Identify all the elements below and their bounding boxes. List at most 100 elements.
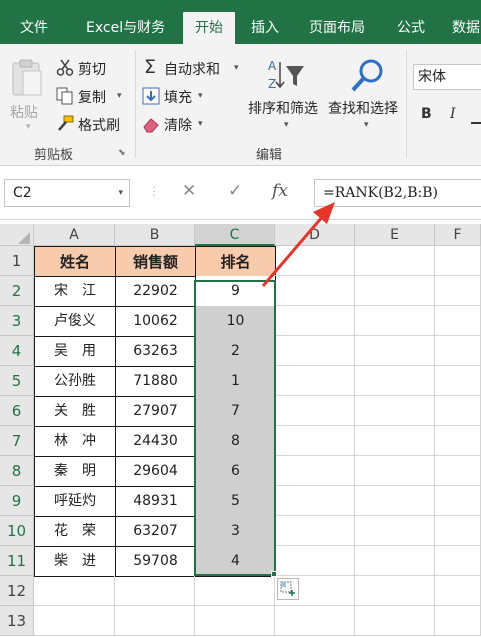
row-header[interactable]: 6	[0, 396, 34, 426]
quick-analysis-button[interactable]	[277, 578, 299, 600]
name-cell[interactable]: 卢俊义	[34, 306, 116, 337]
tab-page-layout[interactable]: 页面布局	[309, 12, 365, 44]
sales-cell[interactable]: 63263	[115, 336, 196, 367]
name-cell[interactable]: 公孙胜	[34, 366, 116, 397]
empty-cell[interactable]	[355, 606, 435, 636]
row-header[interactable]: 12	[0, 576, 34, 606]
empty-cell[interactable]	[435, 426, 481, 456]
find-select-dropdown-icon[interactable]: ▾	[364, 120, 369, 130]
tab-home[interactable]: 开始	[183, 12, 235, 44]
format-painter-button[interactable]: 格式刷	[56, 114, 136, 136]
empty-cell[interactable]	[355, 336, 435, 366]
empty-cell[interactable]	[355, 306, 435, 336]
empty-cell[interactable]	[435, 396, 481, 426]
column-header-b[interactable]: B	[115, 224, 195, 246]
rank-cell[interactable]: 4	[195, 546, 276, 577]
sales-cell[interactable]: 24430	[115, 426, 196, 457]
row-header[interactable]: 2	[0, 276, 34, 306]
empty-cell[interactable]	[275, 396, 355, 426]
empty-cell[interactable]	[275, 456, 355, 486]
empty-cell[interactable]	[435, 486, 481, 516]
empty-cell[interactable]	[435, 456, 481, 486]
empty-cell[interactable]	[355, 426, 435, 456]
empty-cell[interactable]	[195, 606, 275, 636]
sales-cell[interactable]: 29604	[115, 456, 196, 487]
enter-check-icon[interactable]: ✓	[228, 181, 242, 201]
empty-cell[interactable]	[435, 546, 481, 576]
empty-cell[interactable]	[355, 516, 435, 546]
name-cell[interactable]: 关 胜	[34, 396, 116, 427]
sales-cell[interactable]: 63207	[115, 516, 196, 547]
fill-button[interactable]: 填充 ▾	[142, 86, 222, 108]
find-select-button[interactable]: 查找和选择 ▾	[328, 56, 410, 136]
column-header-f[interactable]: F	[435, 224, 481, 246]
empty-cell[interactable]	[355, 456, 435, 486]
empty-cell[interactable]	[275, 486, 355, 516]
row-header[interactable]: 9	[0, 486, 34, 516]
clear-button[interactable]: 清除 ▾	[142, 114, 222, 136]
sales-cell[interactable]: 59708	[115, 546, 196, 577]
sales-cell[interactable]: 27907	[115, 396, 196, 427]
tab-formulas[interactable]: 公式	[397, 12, 425, 44]
name-cell[interactable]: 宋 江	[34, 276, 116, 307]
empty-cell[interactable]	[435, 336, 481, 366]
fill-handle[interactable]	[271, 571, 277, 577]
name-cell[interactable]: 花 荣	[34, 516, 116, 547]
empty-cell[interactable]	[115, 576, 195, 606]
empty-cell[interactable]	[355, 366, 435, 396]
row-header[interactable]: 4	[0, 336, 34, 366]
empty-cell[interactable]	[355, 486, 435, 516]
cut-button[interactable]: 剪切	[56, 58, 136, 80]
rank-cell[interactable]: 7	[195, 396, 276, 427]
empty-cell[interactable]	[355, 276, 435, 306]
clipboard-launcher-icon[interactable]: ⬊	[118, 148, 126, 158]
empty-cell[interactable]	[435, 516, 481, 546]
empty-cell[interactable]	[435, 306, 481, 336]
empty-cell[interactable]	[275, 516, 355, 546]
empty-cell[interactable]	[34, 576, 115, 606]
row-header[interactable]: 7	[0, 426, 34, 456]
row-header[interactable]: 5	[0, 366, 34, 396]
paste-button[interactable]: 粘贴 ▾	[6, 56, 50, 136]
name-box-dropdown-icon[interactable]: ▾	[118, 180, 123, 206]
empty-cell[interactable]	[435, 606, 481, 636]
tab-data[interactable]: 数据	[452, 12, 480, 44]
column-header-a[interactable]: A	[34, 224, 115, 246]
sales-cell[interactable]: 71880	[115, 366, 196, 397]
row-header[interactable]: 10	[0, 516, 34, 546]
underline-button[interactable]	[471, 106, 481, 124]
empty-cell[interactable]	[34, 606, 115, 636]
fill-dropdown-icon[interactable]: ▾	[198, 91, 203, 101]
empty-cell[interactable]	[195, 576, 275, 606]
name-cell[interactable]: 柴 进	[34, 546, 116, 577]
cancel-icon[interactable]: ✕	[182, 181, 196, 201]
empty-cell[interactable]	[275, 306, 355, 336]
clear-dropdown-icon[interactable]: ▾	[198, 119, 203, 129]
sort-filter-button[interactable]: A Z 排序和筛选 ▾	[246, 56, 328, 136]
empty-cell[interactable]	[435, 276, 481, 306]
rank-cell[interactable]: 8	[195, 426, 276, 457]
row-header[interactable]: 3	[0, 306, 34, 336]
row-header[interactable]: 1	[0, 246, 34, 276]
rank-cell[interactable]: 10	[195, 306, 276, 337]
sales-header-cell[interactable]: 销售额	[115, 246, 196, 277]
empty-cell[interactable]	[275, 336, 355, 366]
empty-cell[interactable]	[355, 246, 435, 276]
autosum-button[interactable]: Σ 自动求和 ▾	[142, 56, 252, 80]
row-header[interactable]: 13	[0, 606, 34, 636]
sales-cell[interactable]: 10062	[115, 306, 196, 337]
sales-cell[interactable]: 22902	[115, 276, 196, 307]
autosum-dropdown-icon[interactable]: ▾	[234, 63, 239, 73]
name-cell[interactable]: 林 冲	[34, 426, 116, 457]
empty-cell[interactable]	[355, 546, 435, 576]
font-name-dropdown[interactable]: 宋体	[413, 64, 481, 90]
rank-cell[interactable]: 6	[195, 456, 276, 487]
rank-cell[interactable]: 3	[195, 516, 276, 547]
empty-cell[interactable]	[435, 366, 481, 396]
name-cell[interactable]: 吴 用	[34, 336, 116, 367]
row-header[interactable]: 8	[0, 456, 34, 486]
empty-cell[interactable]	[275, 366, 355, 396]
empty-cell[interactable]	[275, 606, 355, 636]
tab-insert[interactable]: 插入	[251, 12, 279, 44]
empty-cell[interactable]	[435, 576, 481, 606]
